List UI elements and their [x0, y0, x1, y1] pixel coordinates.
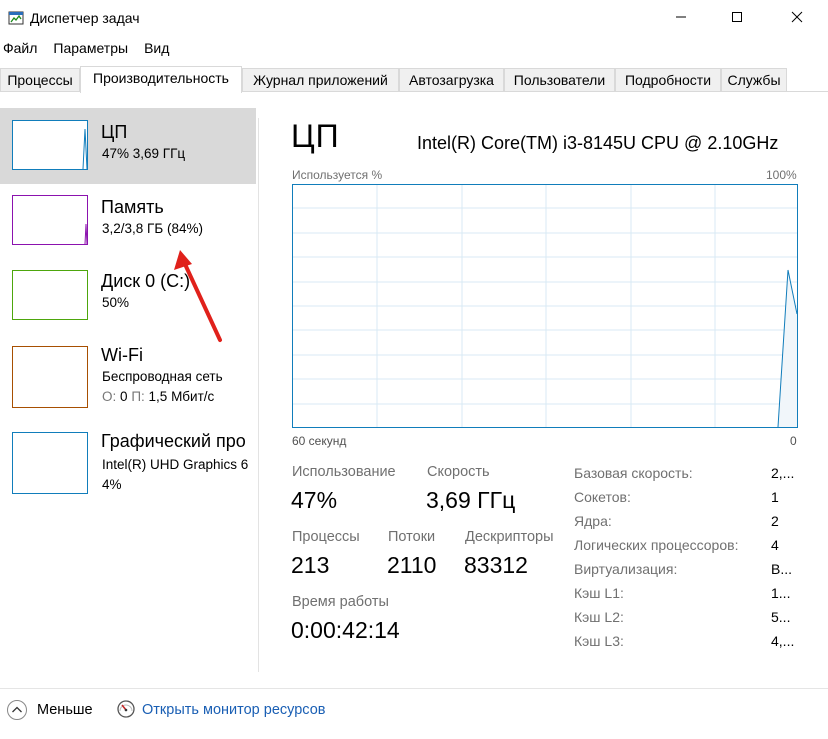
graph-y-max-label: 100%: [766, 168, 797, 182]
tab-app-history[interactable]: Журнал приложений: [242, 68, 399, 91]
detail-label: Кэш L1:: [574, 585, 624, 601]
gpu-usage: 4%: [102, 477, 122, 492]
tab-users[interactable]: Пользователи: [504, 68, 615, 91]
sidebar-item-detail: Беспроводная сеть: [102, 369, 223, 384]
tab-details[interactable]: Подробности: [615, 68, 721, 91]
wifi-throughput: О: 0 П: 1,5 Мбит/с: [102, 389, 214, 404]
detail-value: 4: [771, 537, 779, 553]
cpu-model-name: Intel(R) Core(TM) i3-8145U CPU @ 2.10GHz: [417, 133, 779, 153]
memory-thumbnail-graph: [12, 195, 88, 245]
tab-startup[interactable]: Автозагрузка: [399, 68, 504, 91]
resource-monitor-icon: [116, 699, 136, 719]
handles-label: Дескрипторы: [465, 529, 554, 545]
cpu-usage-graph: [292, 184, 798, 428]
fewer-details-label[interactable]: Меньше: [37, 702, 93, 718]
detail-value: 2: [771, 513, 779, 529]
menu-file[interactable]: Файл: [1, 38, 37, 60]
wifi-receive-value: 1,5 Мбит/с: [148, 389, 215, 404]
detail-value: 1: [771, 489, 779, 505]
title-bar: Диспетчер задач: [0, 0, 828, 36]
tab-performance[interactable]: Производительность: [80, 66, 242, 93]
sidebar-item-label: Графический про: [101, 431, 246, 451]
sidebar-divider[interactable]: [258, 118, 259, 672]
task-manager-app-icon: [8, 10, 24, 26]
threads-value: 2110: [387, 552, 437, 578]
detail-value: 4,...: [771, 633, 795, 649]
wifi-send-value: 0: [120, 389, 128, 404]
speed-label: Скорость: [427, 464, 490, 480]
open-resource-monitor-link[interactable]: Открыть монитор ресурсов: [142, 702, 325, 718]
detail-label: Кэш L3:: [574, 633, 624, 649]
detail-value: 1...: [771, 585, 791, 601]
wifi-thumbnail-graph: [12, 346, 88, 408]
window-title: Диспетчер задач: [30, 10, 140, 26]
processes-value: 213: [291, 552, 330, 578]
sidebar-item-cpu[interactable]: ЦП 47% 3,69 ГГц: [0, 108, 256, 184]
collapse-details-button[interactable]: [6, 699, 28, 721]
minimize-icon: [675, 11, 687, 26]
detail-label: Сокетов:: [574, 489, 631, 505]
page-title: ЦП: [291, 118, 340, 154]
graph-x-min-label: 0: [790, 434, 797, 448]
sidebar-item-label: Wi-Fi: [101, 345, 143, 365]
menu-bar: Файл Параметры Вид: [0, 38, 828, 60]
footer-bar: Меньше Открыть монитор ресурсов: [0, 688, 828, 732]
detail-value: 2,...: [771, 465, 795, 481]
tab-bar: Процессы Производительность Журнал прило…: [0, 66, 828, 93]
chevron-up-circle-icon: [7, 700, 27, 720]
sidebar-item-detail: 47% 3,69 ГГц: [102, 146, 186, 161]
sidebar-item-detail: Intel(R) UHD Graphics 6: [102, 457, 249, 472]
sidebar-item-label: Диск 0 (C:): [101, 271, 191, 291]
detail-label: Кэш L2:: [574, 609, 624, 625]
menu-view[interactable]: Вид: [142, 38, 169, 60]
disk-thumbnail-graph: [12, 270, 88, 320]
speed-value: 3,69 ГГц: [426, 487, 516, 513]
sidebar-item-disk[interactable]: Диск 0 (C:) 50%: [0, 260, 256, 336]
maximize-icon: [731, 11, 743, 26]
close-button[interactable]: [774, 0, 820, 36]
performance-sidebar: ЦП 47% 3,69 ГГц Память 3,2/3,8 ГБ (84%) …: [0, 108, 256, 668]
menu-options[interactable]: Параметры: [51, 38, 128, 60]
threads-label: Потоки: [388, 529, 436, 545]
wifi-send-label: О:: [102, 389, 117, 404]
tab-services[interactable]: Службы: [721, 68, 787, 91]
detail-label: Ядра:: [574, 513, 612, 529]
sidebar-item-detail: 50%: [102, 295, 130, 310]
detail-label: Базовая скорость:: [574, 465, 693, 481]
gpu-thumbnail-graph: [12, 432, 88, 494]
graph-y-label: Используется %: [292, 168, 383, 182]
detail-label: Виртуализация:: [574, 561, 678, 577]
uptime-value: 0:00:42:14: [291, 617, 400, 643]
cpu-thumbnail-graph: [12, 120, 88, 170]
tab-processes[interactable]: Процессы: [0, 68, 80, 91]
sidebar-item-label: Память: [101, 197, 164, 217]
wifi-receive-label: П:: [131, 389, 145, 404]
sidebar-item-gpu[interactable]: Графический про Intel(R) UHD Graphics 6 …: [0, 422, 256, 506]
sidebar-item-label: ЦП: [101, 122, 128, 142]
sidebar-item-wifi[interactable]: Wi-Fi Беспроводная сеть О: 0 П: 1,5 Мбит…: [0, 336, 256, 420]
close-icon: [791, 11, 803, 26]
detail-value: 5...: [771, 609, 791, 625]
detail-value: В...: [771, 561, 793, 577]
minimize-button[interactable]: [658, 0, 704, 36]
detail-label: Логических процессоров:: [574, 537, 739, 553]
processes-label: Процессы: [292, 529, 360, 545]
uptime-label: Время работы: [292, 594, 389, 610]
handles-value: 83312: [464, 552, 528, 578]
usage-label: Использование: [292, 464, 396, 480]
maximize-button[interactable]: [714, 0, 760, 36]
sidebar-item-memory[interactable]: Память 3,2/3,8 ГБ (84%): [0, 184, 256, 260]
usage-value: 47%: [291, 487, 338, 513]
graph-x-label: 60 секунд: [292, 434, 347, 448]
sidebar-item-detail: 3,2/3,8 ГБ (84%): [102, 221, 203, 236]
